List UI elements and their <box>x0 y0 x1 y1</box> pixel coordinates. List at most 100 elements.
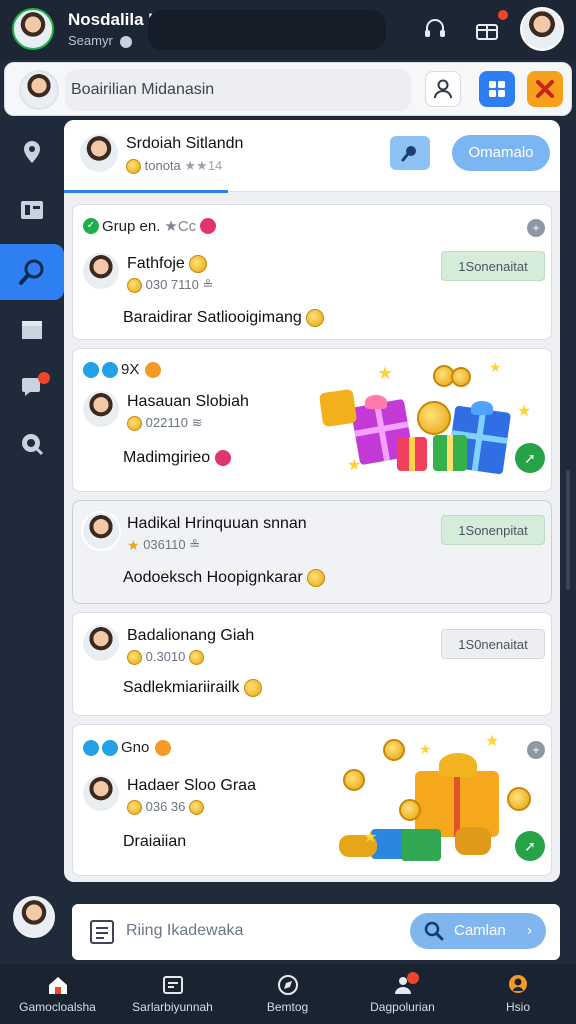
gold-cup-icon <box>318 388 358 428</box>
card-avatar[interactable] <box>81 773 121 813</box>
nav-item-home[interactable]: Gamocloalsha <box>0 964 115 1024</box>
panel-header-avatar[interactable] <box>78 132 120 174</box>
gifts-illustration: ★ ★ ★ ★ <box>318 355 547 485</box>
list-item[interactable]: Hadikal Hrinquuan snnan ★ 036110 ≗ Aodoe… <box>72 500 552 604</box>
nav-item-people[interactable]: Dagpolurian <box>345 964 460 1024</box>
card-avatar[interactable] <box>81 389 121 429</box>
coin-icon <box>189 255 208 273</box>
card-meta-text: 0.3010 <box>145 649 186 664</box>
tools-button[interactable] <box>527 71 563 107</box>
list-item[interactable]: 9X Hasauan Slobiah 022110 ≋ Madimgirieo <box>72 348 552 492</box>
card-description: Baraidirar Satliooigimang <box>123 309 325 327</box>
gift-box-icon <box>433 435 467 471</box>
rail-item-explore[interactable] <box>0 416 64 472</box>
list-item[interactable]: Gno + Hadaer Sloo Graa 036 36 Draiaiian <box>72 724 552 876</box>
panel-header-name: Srdoiah Sitlandn <box>126 135 244 152</box>
rail-item-location[interactable] <box>0 124 64 180</box>
rail-item-store[interactable] <box>0 302 64 358</box>
card-group-row: Gno <box>83 739 174 756</box>
coin-icon <box>189 800 205 816</box>
coin-icon <box>127 416 142 432</box>
list-item[interactable]: ✓ Grup en. ★Cc + Fathfoje 030 7110 ≗ Bar… <box>72 204 552 340</box>
coin-icon <box>307 569 326 587</box>
coin-icon <box>189 650 205 666</box>
tools-icon <box>536 80 554 98</box>
card-meta-text: 030 7110 <box>145 277 199 292</box>
notification-badge <box>496 8 510 22</box>
rail-item-search[interactable] <box>0 244 64 300</box>
nav-label: Bemtog <box>266 1000 309 1014</box>
panel-header-meta: tonota ★★14 <box>126 158 222 175</box>
headset-icon[interactable] <box>422 16 448 42</box>
compass-icon <box>277 975 298 995</box>
list-item[interactable]: Badalionang Giah 0.3010 Sadlekmiariirail… <box>72 612 552 716</box>
card-status-tag[interactable]: 1S0nenaitat <box>441 629 545 659</box>
inbox-icon <box>162 976 183 994</box>
card-avatar[interactable] <box>81 623 121 663</box>
link-dot-icon <box>102 361 118 378</box>
user-button[interactable] <box>425 71 461 107</box>
nav-item-inbox[interactable]: Sarlarbiyunnah <box>115 964 230 1024</box>
rail-item-cards[interactable] <box>0 182 64 238</box>
coin-icon <box>507 787 531 811</box>
coin-icon <box>399 799 421 821</box>
document-icon[interactable] <box>88 918 116 946</box>
coin-stack-icon <box>455 827 491 855</box>
panel-header-meta-text: tonota <box>144 158 181 173</box>
card-status-tag[interactable]: 1Sonenpitat <box>441 515 545 545</box>
card-meta-text: 036 36 <box>145 799 186 814</box>
panel-action-button[interactable]: Omamalo <box>452 135 550 171</box>
chat-dot-icon <box>83 739 99 756</box>
people-badge <box>407 972 419 984</box>
card-go-button[interactable]: ➚ <box>515 443 545 473</box>
coin-icon <box>243 679 262 697</box>
search-input[interactable]: Boairilian Midanasin <box>65 69 411 111</box>
card-status-tag[interactable]: 1Sonenaitat <box>441 251 545 281</box>
rail-user-avatar[interactable] <box>13 896 55 938</box>
link-dot-icon <box>102 739 118 756</box>
top-search-pill[interactable] <box>148 10 386 50</box>
card-avatar[interactable] <box>81 251 121 291</box>
compose-input[interactable]: Riing Ikadewaka <box>126 922 243 940</box>
card-go-button[interactable]: ➚ <box>515 831 545 861</box>
rail-item-messages[interactable] <box>0 358 64 414</box>
sparkle-icon: ★ <box>517 403 532 420</box>
search-submit-button[interactable]: Camlan › <box>410 913 546 949</box>
chat-dot-icon <box>83 361 99 378</box>
panel-search-button[interactable] <box>390 136 430 170</box>
card-avatar[interactable] <box>81 511 121 551</box>
search-avatar[interactable] <box>19 70 59 110</box>
tag-dot-icon <box>200 218 217 234</box>
coin-icon <box>417 401 451 435</box>
coin-icon <box>126 159 141 175</box>
card-meta: 0.3010 <box>127 649 205 666</box>
card-meta: ★ 036110 ≗ <box>127 537 200 554</box>
card-name: Hadaer Sloo Graa <box>127 777 256 794</box>
app-subtitle: Seamyr <box>68 33 133 48</box>
profile-avatar[interactable] <box>12 8 54 50</box>
person-icon <box>509 975 527 993</box>
nav-label: Sarlarbiyunnah <box>132 1000 213 1014</box>
gift-box-icon[interactable] <box>474 16 500 42</box>
card-name: Hasauan Slobiah <box>127 393 249 410</box>
card-group-row: 9X <box>83 361 164 378</box>
ribbon-bow-icon <box>439 753 477 777</box>
location-pin-icon <box>24 141 40 163</box>
user-icon <box>434 79 452 99</box>
grid-button[interactable] <box>479 71 515 107</box>
card-meta: 036 36 <box>127 799 205 816</box>
account-avatar[interactable] <box>520 7 564 51</box>
fire-dot-icon <box>145 361 162 378</box>
nav-item-discover[interactable]: Bemtog <box>230 964 345 1024</box>
search-submit-label: Camlan <box>454 922 506 939</box>
nav-item-profile[interactable]: Hsio <box>460 964 576 1024</box>
card-more-button[interactable]: + <box>527 219 545 237</box>
card-name: Hadikal Hrinquuan snnan <box>127 515 307 532</box>
card-meta-text: 036110 <box>143 537 186 552</box>
store-icon <box>22 321 42 339</box>
card-name: Badalionang Giah <box>127 627 255 644</box>
nav-label: Dagpolurian <box>370 1000 435 1014</box>
fire-dot-icon <box>155 739 172 756</box>
scrollbar[interactable] <box>566 470 570 590</box>
ribbon-bow-icon <box>471 401 493 415</box>
